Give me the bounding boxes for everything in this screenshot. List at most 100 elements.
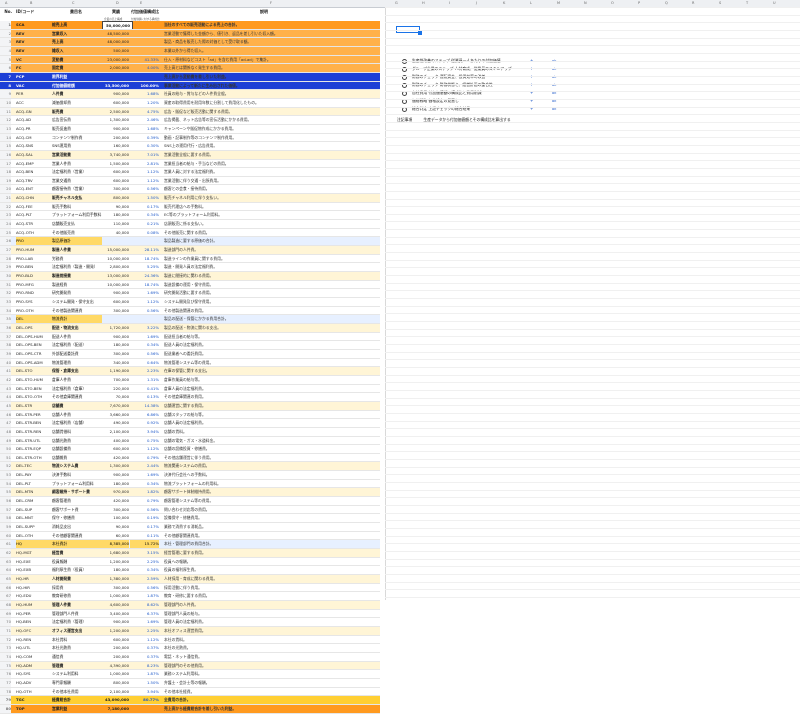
ratio-cell[interactable]: 0.37% [130,653,159,661]
name-cell[interactable]: 法定福利費（製造・開発） [52,263,102,271]
row-number[interactable]: 37 [0,332,11,341]
name-cell[interactable]: プラットフォーム利用手数料 [52,211,102,219]
table-row[interactable]: 19 ACQ-TRV 営業交通費 600,000 1.12% 営業活動に伴う交通・出張費用… [0,176,380,186]
row-number[interactable]: 60 [0,531,11,540]
name-cell[interactable]: 経費総合計 [52,696,102,704]
value-cell[interactable]: 600,000 [102,445,129,453]
table-row[interactable]: 48 DEL-STR-REN 店舗賃借料 2,100,000 3.94% 店舗の賃料。 [0,427,380,437]
value-cell[interactable]: 33,500,000 [102,82,129,90]
column-letter[interactable]: H [422,0,425,7]
ratio-cell[interactable]: 18.74% [130,255,159,263]
table-row[interactable]: 60 DEL-OTH その他顧客関連費 60,000 0.11% その他顧客関連費用。 [0,531,380,541]
description-cell[interactable]: 役員の福利厚生費。 [160,566,380,574]
code-cell[interactable]: DEL-OPS-BEN [16,341,52,349]
description-cell[interactable]: 人材採用・育成に関わる費用。 [160,575,380,583]
ratio-cell[interactable]: 0.37% [130,644,159,652]
name-cell[interactable]: 法定福利費（配送） [52,341,102,349]
code-cell[interactable]: DEL-CRM [16,497,52,505]
description-cell[interactable]: 当社のすべての販売活動による売上の合計。 [160,21,380,29]
table-row[interactable]: 4 REV 雑収入 500,000 本業以外から得た収入。 [0,46,380,56]
table-row[interactable]: 65 HQ-HR 人材開発費 1,380,000 2.59% 人材採用・育成に関わる費用。 [0,575,380,584]
name-cell[interactable]: 研究開発費 [52,289,102,297]
code-cell[interactable]: DEL-TEC [16,462,52,470]
name-cell[interactable]: 物流システム費 [52,462,102,470]
column-letter[interactable]: T [746,0,748,7]
ratio-cell[interactable]: 0.13% [130,393,159,401]
description-cell[interactable]: 配送業者への委託費用。 [160,350,380,358]
code-cell[interactable]: HQ-HUM [16,601,52,609]
row-number[interactable]: 64 [0,566,11,574]
value-cell[interactable]: 900,000 [102,125,129,133]
name-cell[interactable]: 労務費 [52,255,102,263]
row-number[interactable]: 65 [0,575,11,583]
description-cell[interactable]: 教育・研修に要する費用。 [160,592,380,600]
code-cell[interactable]: DEL-STO-OTH [16,393,52,401]
row-number[interactable]: 47 [0,419,11,427]
name-cell[interactable]: 経営費 [52,549,102,557]
ratio-cell[interactable]: 2.23% [130,367,159,375]
ratio-cell[interactable]: 2.25% [130,558,159,566]
ratio-cell[interactable]: 1.69% [130,289,159,297]
ratio-cell[interactable]: 0.56% [130,350,159,358]
ratio-cell[interactable]: 80.77% [130,696,159,704]
description-cell[interactable]: 製品の配送・物流に関わる支出。 [160,324,380,332]
ratio-cell[interactable]: 0.92% [130,419,159,427]
table-row[interactable]: 3 REV 売上高 48,000,000 製品・商品を販売した際の対価として受け取る額。 [0,38,380,47]
value-cell[interactable]: 900,000 [102,90,129,98]
row-number[interactable]: 26 [0,237,11,246]
description-cell[interactable]: その他製造関連の費用。 [160,307,380,315]
table-row[interactable]: 35 DEL 物流費計 製品の配送・保管にかかる費用合計。 [0,315,380,324]
value-cell[interactable]: 2,000,000 [102,64,129,72]
description-cell[interactable]: 売上高から変動費を差し引いた利益。 [160,73,380,81]
column-letter[interactable]: S [719,0,721,7]
row-number[interactable]: 43 [0,384,11,393]
description-cell[interactable]: 本社オフィス運営費用。 [160,627,380,635]
checklist-item[interactable]: 自社費用 付加価値額の構成比と費用削減 + ok [402,89,562,97]
description-cell[interactable]: 管理部門のその他費用。 [160,662,380,670]
description-cell[interactable]: 物流プラットフォームの利用料。 [160,480,380,488]
code-cell[interactable]: ACQ-CM [16,134,52,142]
value-cell[interactable]: 300,000 [102,185,129,193]
value-cell[interactable]: 48,000,000 [102,38,129,46]
ratio-cell[interactable]: 1.68% [130,125,159,133]
row-number[interactable]: 15 [0,142,11,150]
description-cell[interactable]: 製造設備の運用・保守費用。 [160,281,380,289]
value-cell[interactable]: 340,000 [102,359,129,367]
row-number[interactable]: 67 [0,592,11,600]
name-cell[interactable]: その他倉庫関連費 [52,393,102,401]
description-cell[interactable]: 仕入・原材料などコスト「ad」を含む費用「ad-ad」で集計。 [160,56,380,64]
ratio-cell[interactable]: 1.69% [130,333,159,341]
ratio-cell[interactable]: 0.34% [130,211,159,219]
code-cell[interactable]: ACQ-FEE [16,203,52,211]
name-cell[interactable]: 法定福利費（営業） [52,168,102,176]
value-cell[interactable]: 180,000 [102,566,129,574]
name-cell[interactable]: 本社賃料 [52,636,102,644]
table-row[interactable]: 25 ACQ-OTH その他販売費 40,000 0.08% その他販売に関する費用。 [0,228,380,238]
fill-handle[interactable] [418,31,422,35]
code-cell[interactable]: HQ-ADM [16,662,52,670]
row-number[interactable]: 30 [0,272,11,280]
name-cell[interactable]: 法定福利費（管理） [52,618,102,626]
table-row[interactable]: 20 ACQ-ENT 顧客接待費（営業） 300,000 0.56% 顧客との会食・接待費… [0,185,380,195]
row-number[interactable]: 19 [0,176,11,185]
ratio-cell[interactable]: 0.19% [130,514,159,522]
value-cell[interactable]: 800,000 [102,194,129,202]
value-cell[interactable]: 60,000 [102,532,129,540]
description-cell[interactable]: 販売チャネル利用に伴う支払い。 [160,194,380,202]
row-number[interactable]: 52 [0,462,11,471]
table-row[interactable]: 38 DEL-OPS-BEN 法定福利費（配送） 180,000 0.34% 配送人員の法… [0,341,380,350]
row-number[interactable]: 57 [0,505,11,514]
table-row[interactable]: 6 FC 固定費 2,000,000 4.00% 売上高とは関係なく発生する費用。 [0,64,380,73]
column-letter[interactable]: M [557,0,560,7]
ratio-cell[interactable]: 1.20% [130,99,159,107]
radio-circle-icon[interactable] [402,107,407,112]
row-number[interactable]: 68 [0,600,11,609]
table-row[interactable]: 9 PER 人件費 900,000 1.68% 社員の給与・賞与などの人件費全般。 [0,90,380,99]
description-cell[interactable]: 物流関連システムの費用。 [160,462,380,470]
table-row[interactable]: 78 HQ-OTH その他本社費用 2,100,000 3.94% その他本社経費。 [0,687,380,697]
table-row[interactable]: 22 ACQ-FEE 販売手数料 90,000 0.17% 販売代理店への手数料。 [0,202,380,212]
description-cell[interactable]: その他倉庫関連の費用。 [160,393,380,401]
description-cell[interactable]: 広告掲載、ネット広告等の宣伝活動にかかる費用。 [160,116,380,124]
code-cell[interactable]: PCP [16,73,52,81]
code-cell[interactable]: VAC [16,82,52,90]
